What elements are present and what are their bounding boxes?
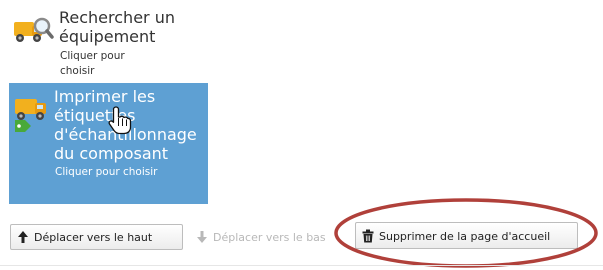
move-down-label: Déplacer vers le bas bbox=[213, 231, 326, 244]
truck-search-icon bbox=[12, 14, 54, 48]
tile-subtitle: Cliquer pour choisir bbox=[55, 166, 158, 178]
tile-title: Rechercher un équipement bbox=[59, 8, 175, 46]
tile-print-sampling-labels[interactable]: Imprimer les étiquettes d'échantillonnag… bbox=[9, 83, 208, 204]
trash-icon bbox=[362, 226, 374, 243]
move-up-label: Déplacer vers le haut bbox=[34, 231, 153, 244]
hand-cursor-icon bbox=[107, 105, 133, 135]
tile-search-equipment[interactable]: Rechercher un équipement Cliquer pour ch… bbox=[8, 6, 204, 84]
remove-from-home-button[interactable]: Supprimer de la page d'accueil bbox=[355, 222, 578, 249]
remove-label: Supprimer de la page d'accueil bbox=[379, 230, 551, 243]
arrow-down-icon bbox=[196, 228, 208, 243]
tile-title: Imprimer les étiquettes d'échantillonnag… bbox=[54, 87, 197, 163]
move-up-button[interactable]: Déplacer vers le haut bbox=[10, 224, 183, 250]
tile-subtitle: Cliquer pour choisir bbox=[60, 50, 125, 77]
truck-label-icon bbox=[11, 93, 55, 133]
divider bbox=[0, 265, 603, 266]
arrow-up-icon bbox=[17, 228, 29, 243]
move-down-button: Déplacer vers le bas bbox=[189, 224, 337, 250]
